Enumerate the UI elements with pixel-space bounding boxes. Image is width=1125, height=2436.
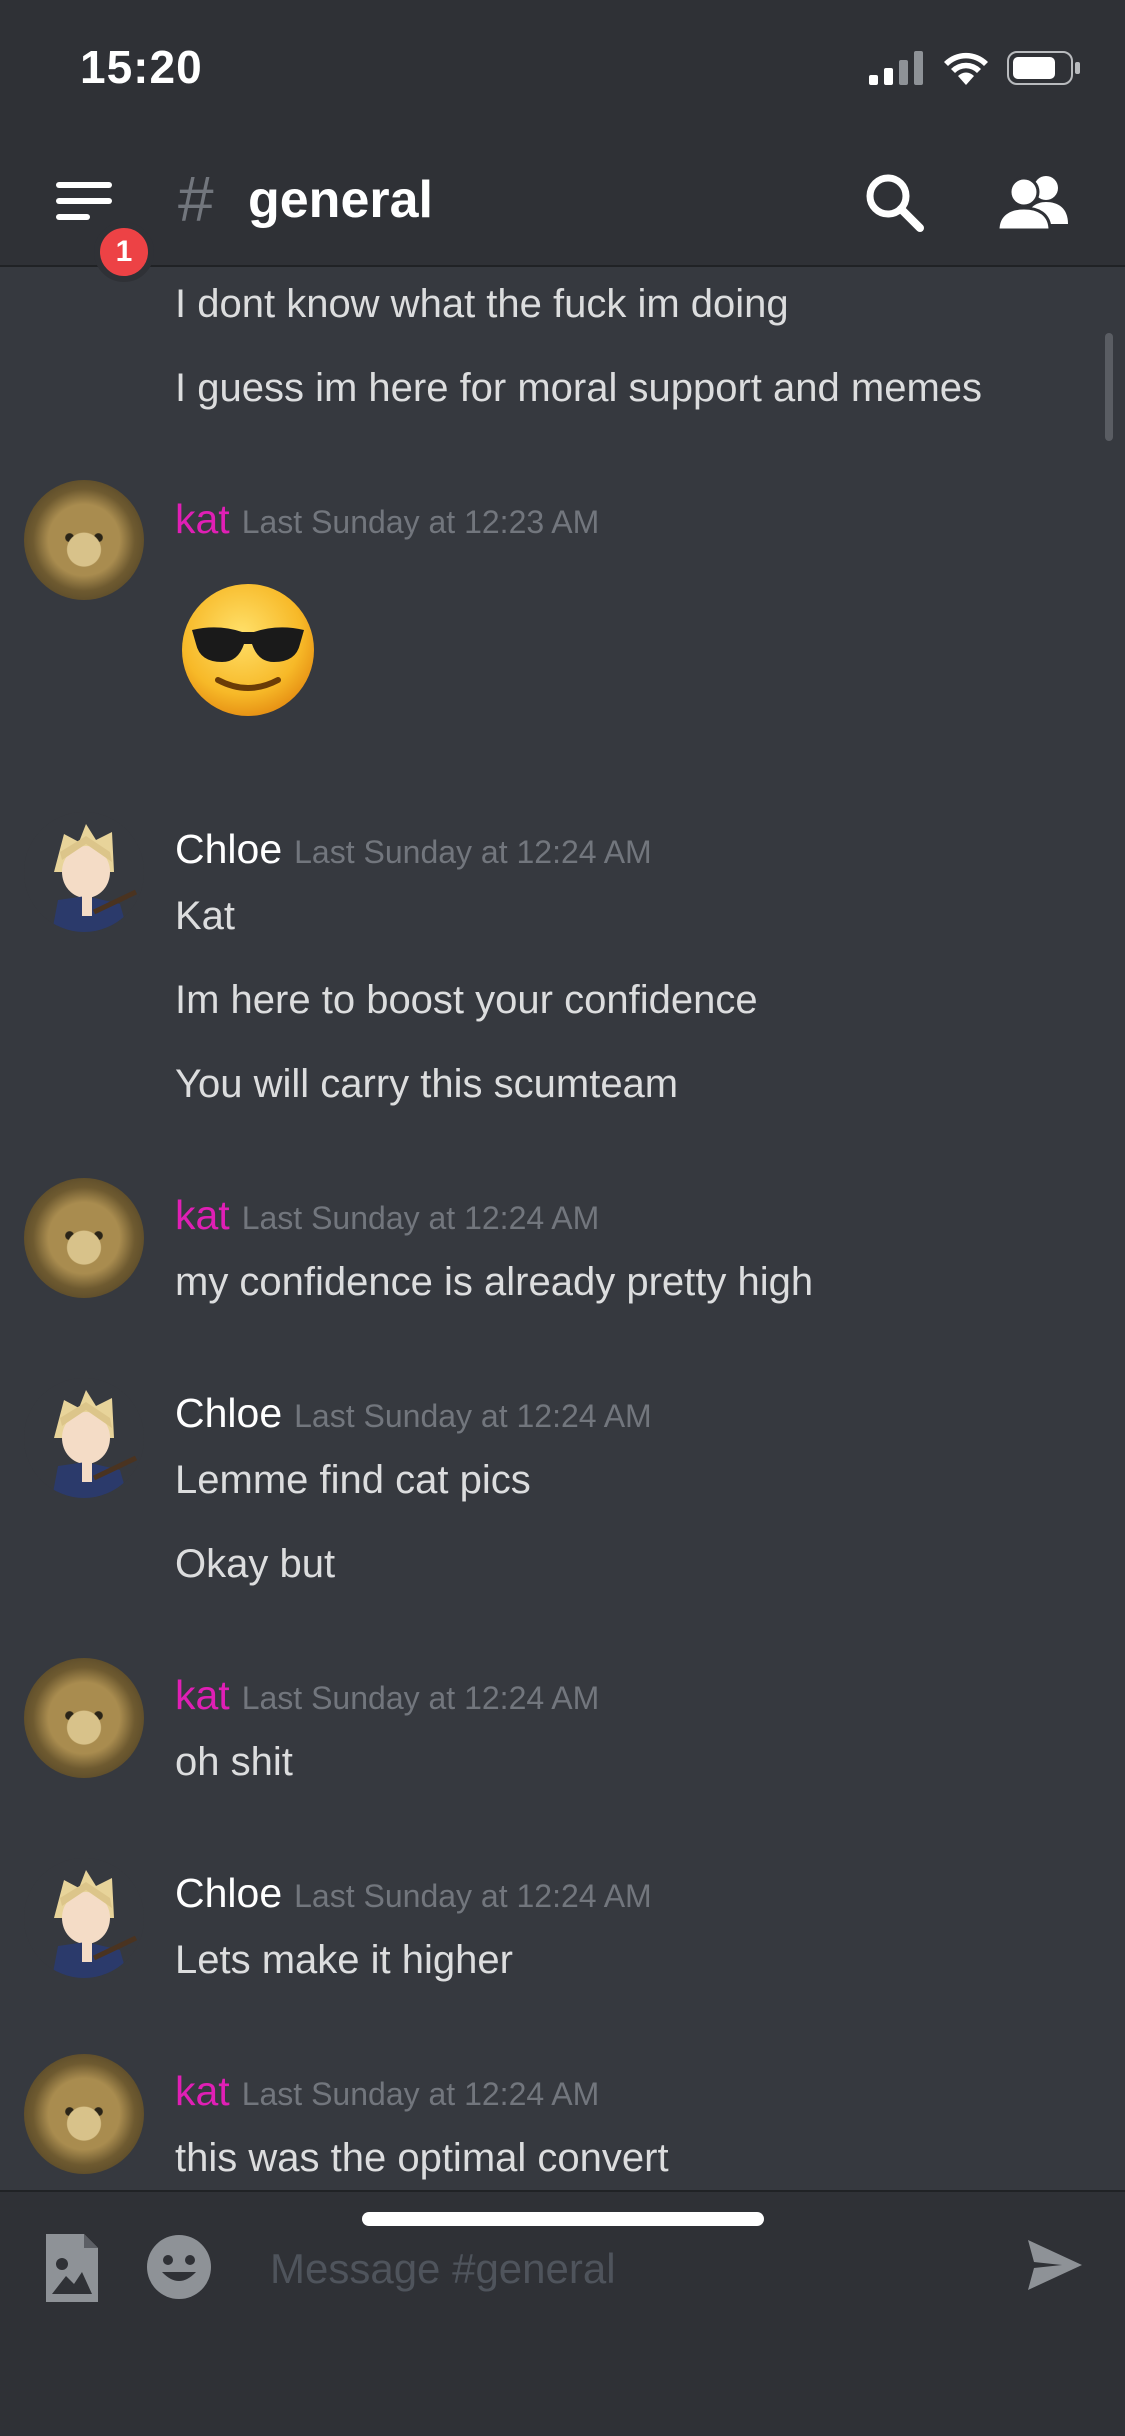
status-bar: 15:20 bbox=[0, 0, 1125, 140]
author-name-chloe[interactable]: Chloe bbox=[175, 826, 282, 873]
status-icons bbox=[869, 48, 1081, 88]
avatar-chloe[interactable] bbox=[24, 1378, 144, 1498]
avatar-kat[interactable] bbox=[24, 1658, 144, 1778]
battery-icon bbox=[1007, 51, 1080, 85]
message-text: Kat bbox=[175, 894, 236, 938]
wifi-icon bbox=[944, 52, 988, 85]
message-text: I dont know what the fuck im doing bbox=[175, 282, 789, 326]
message-timestamp: Last Sunday at 12:24 AM bbox=[294, 834, 652, 870]
message-text: this was the optimal convert bbox=[175, 2136, 669, 2180]
avatar-kat[interactable] bbox=[24, 480, 144, 600]
message-scrollbar[interactable] bbox=[1105, 333, 1113, 441]
message-timestamp: Last Sunday at 12:24 AM bbox=[294, 1878, 652, 1914]
search-icon[interactable] bbox=[862, 170, 926, 234]
sunglasses-emoji-icon bbox=[182, 584, 314, 716]
members-icon[interactable] bbox=[996, 172, 1072, 236]
message-timestamp: Last Sunday at 12:24 AM bbox=[241, 1200, 600, 1236]
channel-hash-icon: # bbox=[178, 163, 214, 235]
message-input-bar bbox=[0, 2190, 1125, 2436]
message-text: my confidence is already pretty high bbox=[175, 1260, 814, 1304]
avatar-kat[interactable] bbox=[24, 1178, 144, 1298]
message-header: kat Last Sunday at 12:24 AM bbox=[175, 1192, 599, 1239]
avatar-kat[interactable] bbox=[24, 2054, 144, 2174]
status-time: 15:20 bbox=[80, 41, 203, 93]
message-header: kat Last Sunday at 12:24 AM bbox=[175, 1672, 599, 1719]
discord-screen: 15:20 1 # general I dont know what the f… bbox=[0, 0, 1125, 2436]
menu-icon bbox=[56, 182, 112, 220]
author-name-kat[interactable]: kat bbox=[175, 496, 230, 543]
author-name-kat[interactable]: kat bbox=[175, 1672, 230, 1719]
emoji-picker-icon[interactable] bbox=[146, 2234, 212, 2300]
message-timestamp: Last Sunday at 12:23 AM bbox=[241, 504, 600, 540]
message-text: You will carry this scumteam bbox=[175, 1062, 679, 1106]
avatar-chloe[interactable] bbox=[24, 1858, 144, 1978]
avatar-chloe[interactable] bbox=[24, 812, 144, 932]
message-text: Lemme find cat pics bbox=[175, 1458, 531, 1502]
message-timestamp: Last Sunday at 12:24 AM bbox=[241, 1680, 600, 1716]
message-header: kat Last Sunday at 12:24 AM bbox=[175, 2068, 599, 2115]
send-icon[interactable] bbox=[1026, 2236, 1084, 2294]
message-timestamp: Last Sunday at 12:24 AM bbox=[241, 2076, 600, 2112]
notification-badge: 1 bbox=[94, 222, 154, 282]
channel-title: general bbox=[248, 171, 433, 229]
message-header: Chloe Last Sunday at 12:24 AM bbox=[175, 1390, 652, 1437]
author-name-chloe[interactable]: Chloe bbox=[175, 1870, 282, 1917]
image-attach-icon[interactable] bbox=[44, 2232, 100, 2304]
cellular-signal-icon bbox=[869, 51, 923, 85]
message-header: Chloe Last Sunday at 12:24 AM bbox=[175, 826, 652, 873]
message-text: Lets make it higher bbox=[175, 1938, 513, 1982]
message-text: Im here to boost your confidence bbox=[175, 978, 758, 1022]
message-header: kat Last Sunday at 12:23 AM bbox=[175, 496, 599, 543]
channel-menu-button[interactable]: 1 bbox=[52, 178, 154, 282]
author-name-kat[interactable]: kat bbox=[175, 1192, 230, 1239]
author-name-kat[interactable]: kat bbox=[175, 2068, 230, 2115]
message-header: Chloe Last Sunday at 12:24 AM bbox=[175, 1870, 652, 1917]
author-name-chloe[interactable]: Chloe bbox=[175, 1390, 282, 1437]
message-text: I guess im here for moral support and me… bbox=[175, 366, 983, 410]
message-timestamp: Last Sunday at 12:24 AM bbox=[294, 1398, 652, 1434]
message-text: Okay but bbox=[175, 1542, 336, 1586]
home-indicator[interactable] bbox=[362, 2212, 764, 2226]
message-text: oh shit bbox=[175, 1740, 293, 1784]
message-input[interactable] bbox=[268, 2230, 992, 2308]
channel-header: 1 # general bbox=[0, 140, 1125, 282]
